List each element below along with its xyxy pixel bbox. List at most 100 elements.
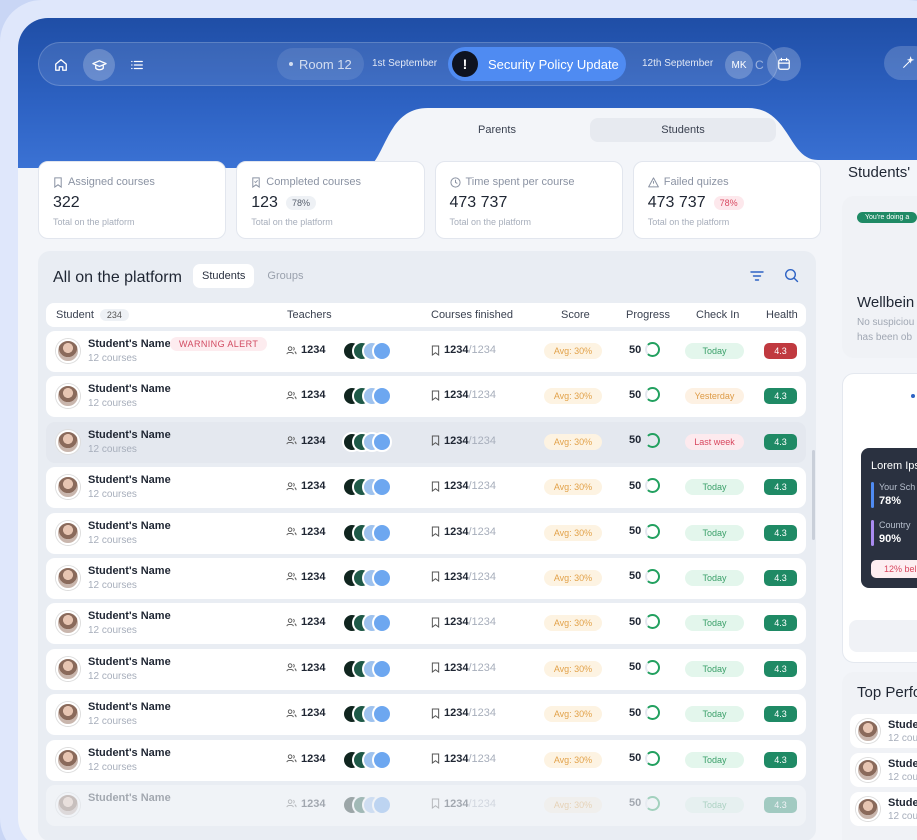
student-name[interactable]: Student's Name xyxy=(88,792,171,804)
list-nav-button[interactable] xyxy=(121,49,153,81)
column-header-teachers[interactable]: Teachers xyxy=(287,309,332,321)
students-panel: All on the platform Students Groups Stud… xyxy=(38,251,816,840)
score-badge: Avg: 30% xyxy=(544,796,602,813)
column-header-student[interactable]: Student 234 xyxy=(56,309,129,321)
teacher-avatar-stack[interactable] xyxy=(342,477,402,498)
table-row[interactable]: Student's Name 12 courses 1234 1234/1234 Avg… xyxy=(46,739,806,781)
teacher-avatar-stack[interactable] xyxy=(342,658,402,679)
teacher-avatar xyxy=(372,386,392,407)
stat-title: Time spent per course xyxy=(465,176,575,188)
table-scrollbar[interactable] xyxy=(812,450,815,540)
health-score-badge: 4.3 xyxy=(764,343,797,359)
users-icon xyxy=(286,618,297,627)
student-name[interactable]: Student's Name xyxy=(88,656,171,668)
courses-finished-cell: 1234/1234 xyxy=(431,389,496,401)
progress-cell: 50 xyxy=(629,568,661,584)
health-score-badge: 4.3 xyxy=(764,524,797,541)
performer-row[interactable]: Stude 12 cou xyxy=(850,714,917,748)
tab-groups[interactable]: Groups xyxy=(258,264,312,288)
performer-row[interactable]: Stude 12 cou xyxy=(850,792,917,826)
bookmark-check-icon xyxy=(252,176,260,188)
column-header-score[interactable]: Score xyxy=(561,309,590,321)
home-button[interactable] xyxy=(45,49,77,81)
teacher-avatar-stack[interactable] xyxy=(342,341,402,361)
avatar xyxy=(56,475,80,500)
teacher-avatar-stack[interactable] xyxy=(342,567,402,588)
right-panel-title: Students' xyxy=(848,164,911,181)
avatar xyxy=(56,747,80,772)
student-name[interactable]: Student's Name xyxy=(88,565,171,577)
student-name[interactable]: Student's Name xyxy=(88,701,171,713)
student-name[interactable]: Student's Name xyxy=(88,474,171,486)
tab-parents[interactable]: Parents xyxy=(404,118,590,142)
student-name[interactable]: Student's Name xyxy=(88,383,171,395)
student-name[interactable]: Student's Name xyxy=(88,429,171,441)
stat-card-completed: Completed courses 123 78% Total on the pl… xyxy=(236,161,425,239)
progress-ring xyxy=(645,568,661,584)
security-update-button[interactable]: ! Security Policy Update xyxy=(448,47,626,81)
teacher-avatar-stack[interactable] xyxy=(342,704,402,725)
tab-students[interactable]: Students xyxy=(590,118,776,142)
courses-nav-button[interactable] xyxy=(83,49,115,81)
column-header-courses[interactable]: Courses finished xyxy=(431,309,513,321)
teacher-avatar-stack[interactable] xyxy=(342,749,402,770)
table-row[interactable]: Student's Name 12 courses 1234 1234/1234 Avg… xyxy=(46,648,806,690)
progress-cell: 50 xyxy=(629,795,661,811)
student-name[interactable]: Student's Name xyxy=(88,747,171,759)
filter-icon[interactable] xyxy=(750,269,764,283)
stat-title: Failed quizes xyxy=(663,176,729,188)
courses-finished-cell: 1234/1234 xyxy=(431,344,496,356)
teacher-avatar-stack[interactable] xyxy=(342,522,402,543)
health-score-badge: 4.3 xyxy=(764,660,797,677)
wellbeing-card: You're doing a Wellbein No suspiciou has… xyxy=(842,196,917,358)
table-row[interactable]: Student's Name 12 courses 1234 1234/1234 Avg… xyxy=(46,694,806,736)
users-icon xyxy=(286,436,297,445)
progress-ring xyxy=(645,523,661,539)
teacher-avatar-stack[interactable] xyxy=(342,431,402,452)
column-header-health[interactable]: Health xyxy=(766,309,798,321)
student-course-count: 12 courses xyxy=(88,353,137,364)
tab-students-list[interactable]: Students xyxy=(193,264,255,288)
panel-title: All on the platform xyxy=(53,269,182,286)
exclamation-icon: ! xyxy=(452,51,478,77)
column-header-progress[interactable]: Progress xyxy=(626,309,670,321)
student-name[interactable]: Student's Name xyxy=(88,520,171,532)
checkin-badge: Yesterday xyxy=(685,388,744,405)
comparison-footer[interactable] xyxy=(849,620,917,652)
teacher-avatar-stack[interactable] xyxy=(342,386,402,407)
table-row[interactable]: Student's Name 12 courses 1234 1234/1234 Avg… xyxy=(46,421,806,463)
courses-finished-cell: 1234/1234 xyxy=(431,798,496,810)
magic-button[interactable] xyxy=(884,46,917,80)
table-row[interactable]: Student's Name 1234 1234/1234 Avg: 30% 50 Tod… xyxy=(46,784,806,826)
table-row[interactable]: Student's Name 12 courses WARNING ALERT 123… xyxy=(46,331,806,372)
table-row[interactable]: Student's Name 12 courses 1234 1234/1234 Avg… xyxy=(46,603,806,645)
carousel-indicator[interactable] xyxy=(911,394,915,398)
search-icon[interactable] xyxy=(784,268,799,283)
user-avatar[interactable]: MK xyxy=(725,51,753,79)
teachers-cell: 1234 xyxy=(286,571,325,583)
tooltip-delta-button[interactable]: 12% bel xyxy=(871,560,917,578)
table-row[interactable]: Student's Name 12 courses 1234 1234/1234 Avg… xyxy=(46,557,806,599)
teacher-avatar-stack[interactable] xyxy=(342,794,402,815)
teachers-count: 1234 xyxy=(301,707,326,720)
stat-subtitle: Total on the platform xyxy=(647,217,730,227)
table-header: Student 234 Teachers Courses finished Sco… xyxy=(46,303,806,327)
column-header-checkin[interactable]: Check In xyxy=(696,309,739,321)
progress-ring xyxy=(645,478,661,494)
table-row[interactable]: Student's Name 12 courses 1234 1234/1234 Avg… xyxy=(46,467,806,509)
student-course-count: 12 courses xyxy=(88,398,137,410)
users-icon xyxy=(286,391,297,400)
student-name[interactable]: Student's Name xyxy=(88,338,171,350)
progress-value: 50 xyxy=(629,388,642,401)
calendar-button[interactable] xyxy=(767,47,801,81)
teachers-count: 1234 xyxy=(301,480,326,493)
table-row[interactable]: Student's Name 12 courses 1234 1234/1234 Avg… xyxy=(46,376,806,418)
room-selector[interactable]: Room 12 xyxy=(277,48,364,80)
performer-row[interactable]: Stude 12 cou xyxy=(850,753,917,787)
score-badge: Avg: 30% xyxy=(544,479,602,496)
teacher-avatar-stack[interactable] xyxy=(342,613,402,634)
progress-cell: 50 xyxy=(629,387,661,403)
student-name[interactable]: Student's Name xyxy=(88,610,171,622)
table-row[interactable]: Student's Name 12 courses 1234 1234/1234 Avg… xyxy=(46,512,806,554)
teacher-avatar xyxy=(372,522,392,543)
